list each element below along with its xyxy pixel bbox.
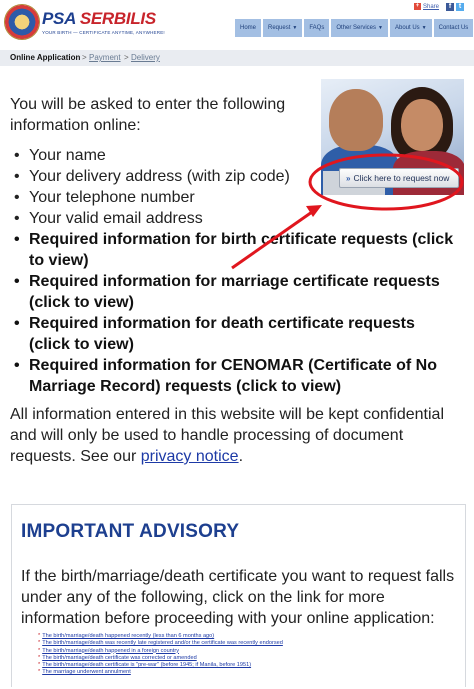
- breadcrumb-separator: >: [124, 53, 129, 62]
- breadcrumb-current: Online Application: [10, 53, 81, 62]
- nav-request[interactable]: Request ▼: [263, 19, 303, 37]
- required-info-list: Your name Your delivery address (with zi…: [10, 145, 460, 397]
- logo-tagline: YOUR BIRTH — CERTIFICATE ANYTIME, ANYWHE…: [42, 30, 165, 35]
- advisory-links: * The birth/marriage/death happened recen…: [38, 633, 283, 677]
- chevron-down-icon: ▼: [378, 25, 383, 31]
- photo-man: [329, 89, 383, 151]
- facebook-icon[interactable]: f: [446, 3, 454, 11]
- list-item: Your telephone number: [10, 187, 460, 208]
- list-item: * The birth/marriage/death happened recen…: [38, 633, 215, 639]
- twitter-icon[interactable]: t: [456, 3, 464, 11]
- confidentiality-notice: All information entered in this website …: [10, 406, 445, 465]
- intro-text: You will be asked to enter the following…: [10, 96, 286, 134]
- advisory-link[interactable]: The marriage underwent annulment: [42, 669, 131, 675]
- chevron-down-icon: ▼: [292, 25, 298, 31]
- main-nav: Home Request ▼ FAQs Other Services ▼ About…: [235, 19, 474, 37]
- list-item: Your valid email address: [10, 208, 460, 229]
- birth-requirements-link[interactable]: Required information for birth certifica…: [10, 229, 460, 271]
- important-advisory-panel: IMPORTANT ADVISORY If the birth/marriage…: [11, 504, 466, 687]
- marriage-requirements-link[interactable]: Required information for marriage certif…: [10, 271, 460, 313]
- cenomar-requirements-link[interactable]: Required information for CENOMAR (Certif…: [10, 355, 460, 397]
- psa-seal-logo[interactable]: [4, 4, 40, 40]
- advisory-body: If the birth/marriage/death certificate …: [21, 568, 455, 627]
- list-item: Your name: [10, 145, 460, 166]
- privacy-notice-link[interactable]: privacy notice: [141, 448, 239, 465]
- list-item: * The birth/marriage/death certificate wa…: [38, 654, 197, 661]
- advisory-title: IMPORTANT ADVISORY: [21, 521, 240, 542]
- advisory-link[interactable]: The birth/marriage/death happened in a f…: [42, 648, 179, 654]
- nav-about-us[interactable]: About Us ▼: [389, 19, 432, 37]
- chevron-down-icon: ▼: [421, 25, 427, 31]
- nav-other-services[interactable]: Other Services ▼: [331, 19, 388, 37]
- list-item: * The birth/marriage/death certificate is…: [38, 662, 252, 669]
- share-plus-icon: +: [414, 3, 421, 10]
- list-item: * The birth/marriage/death happened in a …: [38, 647, 180, 654]
- advisory-link[interactable]: The birth/marriage/death happened recent…: [42, 633, 214, 639]
- share-button[interactable]: + Share: [414, 3, 439, 10]
- list-item: Your delivery address (with zip code): [10, 166, 460, 187]
- photo-woman: [401, 99, 443, 151]
- list-item: * The marriage underwent annulment: [38, 669, 131, 676]
- site-header: PSA SERBILIS YOUR BIRTH — CERTIFICATE AN…: [0, 0, 474, 44]
- site-logo[interactable]: PSA SERBILIS: [42, 9, 156, 29]
- death-requirements-link[interactable]: Required information for death certifica…: [10, 313, 460, 355]
- advisory-link[interactable]: The birth/marriage/death certificate is …: [42, 662, 251, 668]
- nav-home[interactable]: Home: [235, 19, 262, 37]
- list-item: * The birth/marriage/death was recently l…: [38, 640, 283, 647]
- advisory-link[interactable]: The birth/marriage/death certificate was…: [42, 655, 197, 661]
- breadcrumb: Online Application > Payment > Delivery: [0, 50, 474, 66]
- nav-faqs[interactable]: FAQs: [304, 19, 330, 37]
- nav-contact-us[interactable]: Contact Us: [433, 19, 474, 37]
- breadcrumb-payment[interactable]: Payment: [89, 50, 121, 66]
- advisory-link[interactable]: The birth/marriage/death was recently la…: [42, 640, 283, 646]
- breadcrumb-delivery[interactable]: Delivery: [131, 50, 160, 66]
- share-label: Share: [423, 3, 440, 10]
- breadcrumb-separator: >: [82, 53, 87, 62]
